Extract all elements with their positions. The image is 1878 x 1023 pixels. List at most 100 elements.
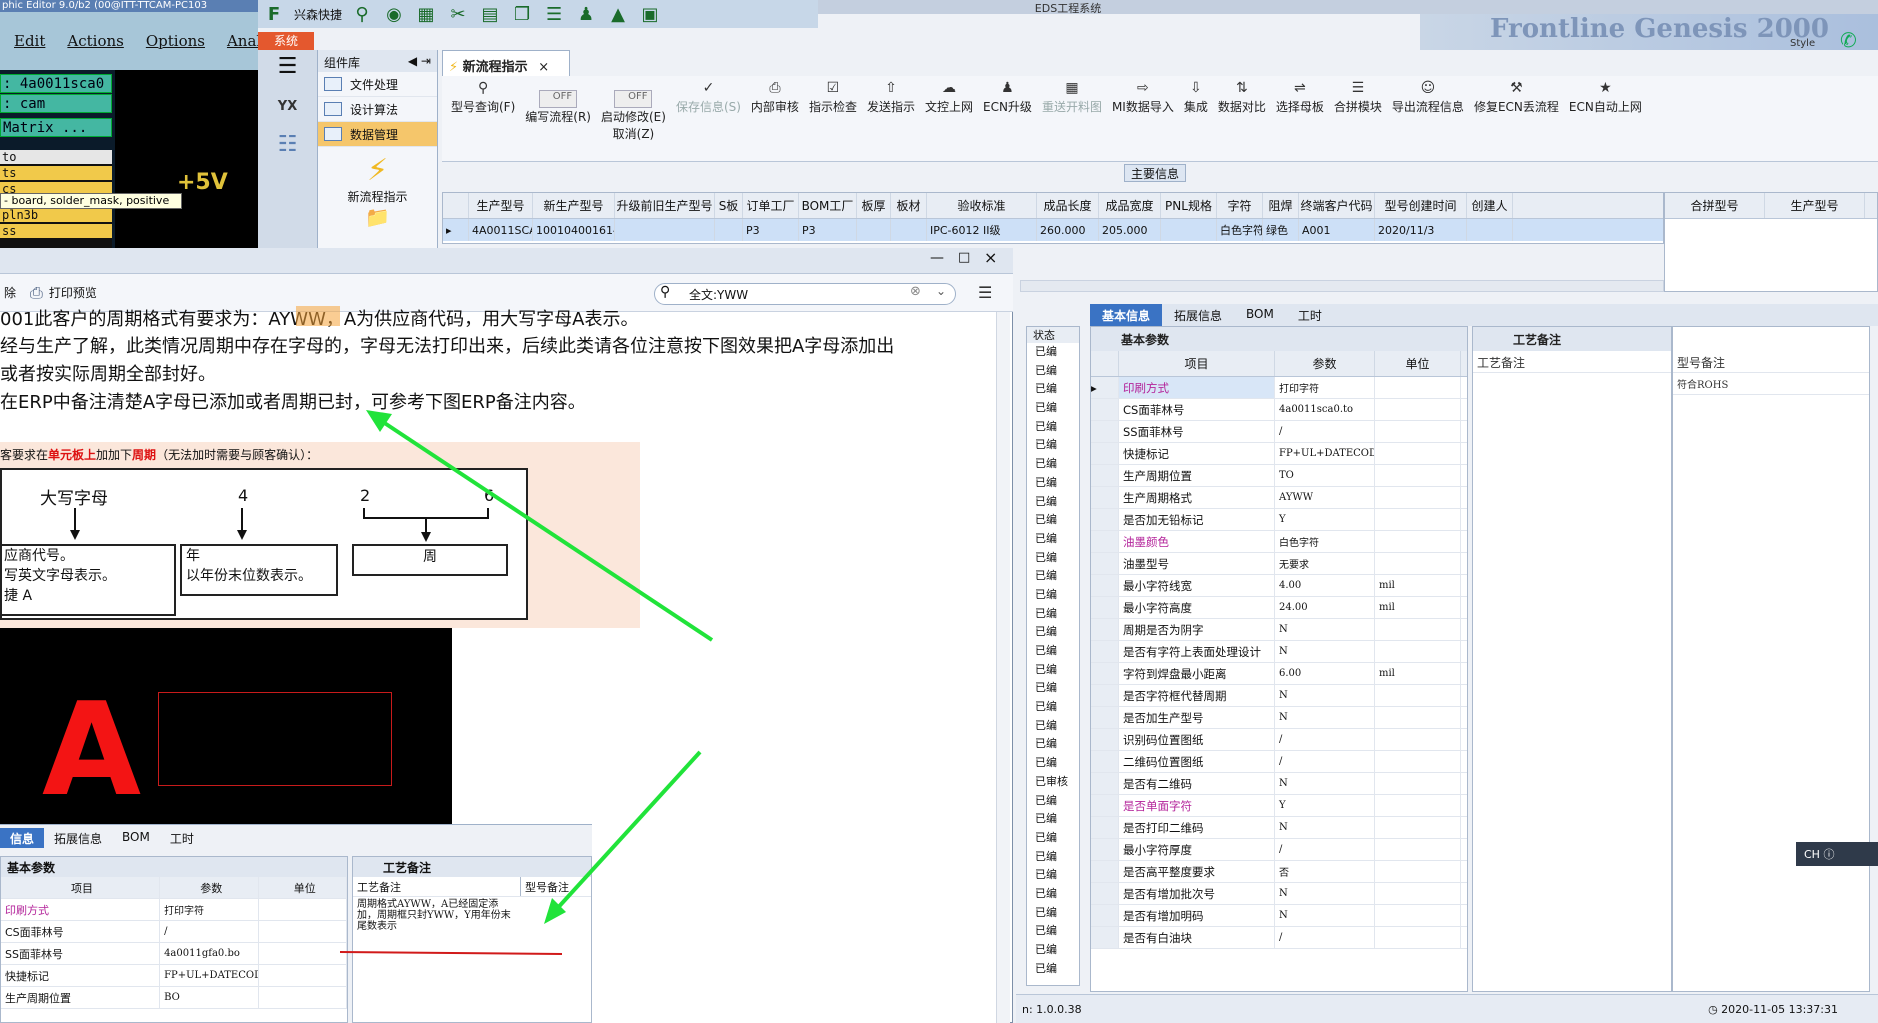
status-cell[interactable]: 已编 <box>1027 698 1079 717</box>
param-value[interactable]: N <box>1275 641 1375 662</box>
tab-hours[interactable]: 工时 <box>1286 304 1334 326</box>
param-row[interactable]: 周期是否为阴字 N <box>1091 619 1467 641</box>
table-cell[interactable] <box>1161 219 1217 241</box>
table-cell[interactable]: 白色字符 <box>1217 219 1263 241</box>
table-cell[interactable]: 绿色 <box>1263 219 1299 241</box>
param-value[interactable]: 6.00 <box>1275 663 1375 684</box>
param-value[interactable]: AYWW <box>1275 487 1375 508</box>
status-cell[interactable]: 已编 <box>1027 679 1079 698</box>
param-value[interactable]: Y <box>1275 795 1375 816</box>
col-header[interactable]: 阻焊 <box>1263 193 1299 218</box>
col-header[interactable]: 项目 <box>1119 351 1275 376</box>
param-row[interactable]: 是否打印二维码 N <box>1091 817 1467 839</box>
param-row[interactable]: 最小字符厚度 / <box>1091 839 1467 861</box>
status-cell[interactable]: 已编 <box>1027 436 1079 455</box>
status-cell[interactable]: 已编 <box>1027 735 1079 754</box>
toolbar-button[interactable]: ⇨ MI数据导入 <box>1107 76 1179 161</box>
param-row[interactable]: 字符到焊盘最小距离 6.00 mil <box>1091 663 1467 685</box>
param-row[interactable]: 识别码位置图纸 / <box>1091 729 1467 751</box>
param-value[interactable]: N <box>1275 773 1375 794</box>
param-value[interactable]: N <box>1275 685 1375 706</box>
status-cell[interactable]: 已编 <box>1027 922 1079 941</box>
status-cell[interactable]: 已编 <box>1027 960 1079 979</box>
param-value[interactable]: N <box>1275 707 1375 728</box>
status-cell[interactable]: 已编 <box>1027 661 1079 680</box>
param-value[interactable]: / <box>1275 421 1375 442</box>
status-cell[interactable]: 已编 <box>1027 754 1079 773</box>
status-cell[interactable]: 已编 <box>1027 567 1079 586</box>
status-cell[interactable]: 已编 <box>1027 885 1079 904</box>
col-header[interactable]: 合拼型号 <box>1665 193 1765 218</box>
param-value[interactable]: 24.00 <box>1275 597 1375 618</box>
status-cell[interactable]: 已编 <box>1027 623 1079 642</box>
param-value[interactable]: 白色字符 <box>1275 531 1375 552</box>
col-header[interactable]: 型号创建时间 <box>1375 193 1467 218</box>
param-row[interactable]: 是否加生产型号 N <box>1091 707 1467 729</box>
param-row[interactable]: 是否加无铅标记 Y <box>1091 509 1467 531</box>
col-header[interactable]: 参数 <box>1275 351 1375 376</box>
phone-icon[interactable]: ✆ <box>1840 28 1857 52</box>
col-header[interactable]: 单位 <box>1375 351 1461 376</box>
param-row[interactable]: 生产周期位置 TO <box>1091 465 1467 487</box>
param-value[interactable]: N <box>1275 619 1375 640</box>
param-value[interactable]: N <box>1275 905 1375 926</box>
status-cell[interactable]: 已编 <box>1027 474 1079 493</box>
tab-basic-info[interactable]: 基本信息 <box>1090 304 1163 326</box>
status-cell[interactable]: 已编 <box>1027 605 1079 624</box>
col-header[interactable]: 创建人 <box>1467 193 1513 218</box>
table-cell[interactable] <box>1467 219 1513 241</box>
param-value[interactable]: / <box>1275 751 1375 772</box>
param-value[interactable]: TO <box>1275 465 1375 486</box>
table-cell[interactable]: 205.000 <box>1099 219 1161 241</box>
param-value[interactable]: FP+UL+DATECODE <box>1275 443 1375 464</box>
status-cell[interactable]: 已编 <box>1027 829 1079 848</box>
table-cell[interactable]: 2020/11/3 <box>1375 219 1467 241</box>
toolbar-button[interactable]: ★ ECN自动上网 <box>1564 76 1647 161</box>
tab-main-info[interactable]: 主要信息 <box>1124 164 1186 182</box>
col-header[interactable]: 成品长度 <box>1037 193 1099 218</box>
param-value[interactable]: 打印字符 <box>1275 377 1375 398</box>
param-row[interactable]: 是否有增加批次号 N <box>1091 883 1467 905</box>
status-cell[interactable]: 已编 <box>1027 717 1079 736</box>
status-cell[interactable]: 已编 <box>1027 493 1079 512</box>
param-value[interactable]: / <box>1275 839 1375 860</box>
param-row[interactable]: 是否字符框代替周期 N <box>1091 685 1467 707</box>
status-cell[interactable]: 已编 <box>1027 399 1079 418</box>
status-cell[interactable]: 已编 <box>1027 792 1079 811</box>
param-row[interactable]: CS面菲林号 4a0011sca0.to <box>1091 399 1467 421</box>
param-row[interactable]: 最小字符线宽 4.00 mil <box>1091 575 1467 597</box>
style-menu[interactable]: Style <box>1790 38 1815 49</box>
param-value[interactable]: / <box>1275 729 1375 750</box>
param-value[interactable]: N <box>1275 883 1375 904</box>
table-cell[interactable]: A001 <box>1299 219 1375 241</box>
toolbar-button[interactable]: ⚒ 修复ECN丢流程 <box>1469 76 1564 161</box>
param-row[interactable]: 是否有白油块 / <box>1091 927 1467 949</box>
param-row[interactable]: 最小字符高度 24.00 mil <box>1091 597 1467 619</box>
process-notes-tab[interactable]: 工艺备注 <box>1473 327 1671 351</box>
status-cell[interactable]: 已编 <box>1027 455 1079 474</box>
status-cell[interactable]: 已编 <box>1027 362 1079 381</box>
param-row[interactable]: ▸ 印刷方式 打印字符 <box>1091 377 1467 399</box>
status-cell[interactable]: 已编 <box>1027 941 1079 960</box>
param-row[interactable]: 是否有增加明码 N <box>1091 905 1467 927</box>
status-cell[interactable]: 已编 <box>1027 511 1079 530</box>
ime-indicator[interactable]: CH ⓘ <box>1796 842 1878 866</box>
status-cell[interactable]: 已编 <box>1027 866 1079 885</box>
model-notes-value[interactable]: 符合ROHS <box>1673 373 1869 395</box>
col-header[interactable]: 成品宽度 <box>1099 193 1161 218</box>
param-row[interactable]: 是否单面字符 Y <box>1091 795 1467 817</box>
status-cell[interactable]: 已编 <box>1027 418 1079 437</box>
param-value[interactable]: N <box>1275 817 1375 838</box>
tab-extended-info[interactable]: 拓展信息 <box>1162 304 1234 326</box>
col-header[interactable]: 终端客户代码 <box>1299 193 1375 218</box>
table-cell[interactable]: 260.000 <box>1037 219 1099 241</box>
param-row[interactable]: 油墨颜色 白色字符 <box>1091 531 1467 553</box>
param-value[interactable]: 4a0011sca0.to <box>1275 399 1375 420</box>
toolbar-button[interactable]: ⇅ 数据对比 <box>1213 76 1271 161</box>
col-header[interactable]: 生产型号 <box>1765 193 1865 218</box>
status-cell[interactable]: 已编 <box>1027 380 1079 399</box>
status-cell[interactable]: 已编 <box>1027 530 1079 549</box>
status-cell[interactable]: 已编 <box>1027 642 1079 661</box>
param-value[interactable]: 无要求 <box>1275 553 1375 574</box>
param-row[interactable]: 油墨型号 无要求 <box>1091 553 1467 575</box>
